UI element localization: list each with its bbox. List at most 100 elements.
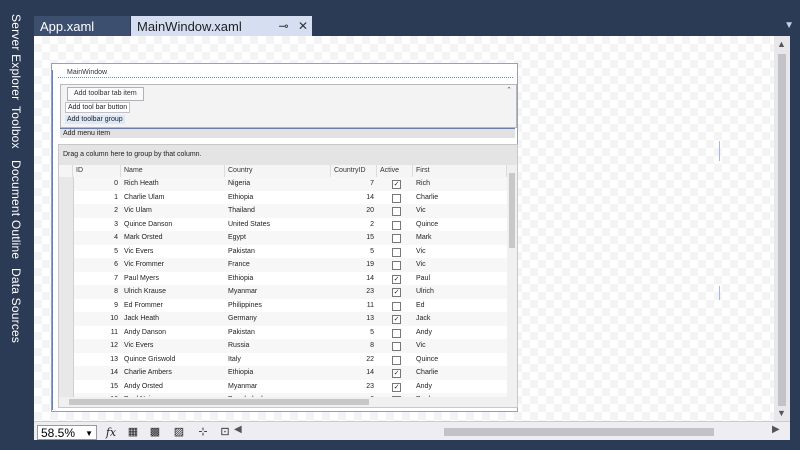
table-row[interactable]: 7 Paul Myers Ethiopia 14 Paul ✓ [59,271,507,285]
scroll-right-icon[interactable]: ▶ [772,424,780,435]
table-row[interactable]: 1 Charlie Ulam Ethiopia 14 Charlie [59,190,507,204]
scroll-thumb[interactable] [778,54,786,406]
table-row[interactable]: 8 Ulrich Krause Myanmar 23 Ulrich ✓ [59,285,507,299]
cell-country: United States [228,220,271,228]
active-checkbox[interactable] [392,301,401,311]
designer-canvas[interactable]: MainWindow Add toolbar tab item ⌃ Add to… [34,36,774,421]
designer-horizontal-scrollbar[interactable]: ◀ ▶ [234,424,780,436]
tab-overflow-dropdown-icon[interactable]: ▼ [784,20,794,31]
row-selector[interactable] [59,339,74,353]
row-selector[interactable] [59,285,74,299]
scroll-up-icon[interactable]: ▲ [777,39,786,49]
active-checkbox[interactable]: ✓ [392,180,401,189]
grid-vertical-scrollbar[interactable] [507,165,517,397]
table-row[interactable]: 15 Andy Orsted Myanmar 23 Andy ✓ [59,379,507,393]
row-selector[interactable] [59,366,74,380]
active-checkbox[interactable] [392,207,401,216]
cell-country: Pakistan [228,328,255,336]
cell-name: Andy Danson [124,328,167,336]
active-checkbox[interactable] [392,247,401,257]
chevron-down-icon: ▼ [85,429,93,438]
active-checkbox[interactable]: ✓ [392,369,401,378]
grid-horizontal-scrollbar[interactable] [59,397,507,407]
cell-first: Ed [416,301,425,309]
active-checkbox[interactable] [392,193,401,203]
column-header-id[interactable]: ID [73,165,121,177]
active-checkbox[interactable] [392,355,401,365]
active-checkbox[interactable]: ✓ [392,382,401,392]
ribbon-control[interactable]: Add toolbar tab item ⌃ Add tool bar butt… [60,84,517,128]
scroll-thumb[interactable] [444,428,714,436]
row-selector[interactable] [59,231,74,245]
row-selector[interactable] [59,190,74,204]
active-checkbox[interactable]: ✓ [392,274,401,284]
snap-grid-icon[interactable]: ▩ [146,425,164,440]
active-checkbox[interactable]: ✓ [392,288,401,297]
row-selector[interactable] [59,312,74,326]
active-checkbox[interactable] [392,328,401,338]
column-header-active[interactable]: Active [377,165,413,177]
zoom-select[interactable]: 58.5% ▼ [37,425,97,440]
cell-id: 14 [110,369,118,376]
active-checkbox[interactable] [392,342,401,351]
fx-effects-button[interactable]: fx [102,425,120,440]
data-sources-tab[interactable]: Data Sources [9,268,23,343]
row-selector[interactable] [59,217,74,231]
row-selector[interactable] [59,271,74,285]
add-tool-bar-button[interactable]: Add tool bar button [65,102,131,113]
designer-vertical-scrollbar[interactable]: ▲ ▼ [774,36,790,421]
pin-icon[interactable]: ⊸ [279,19,289,33]
table-row[interactable]: 11 Andy Danson Pakistan 5 Andy [59,325,507,339]
row-selector[interactable] [59,298,74,312]
server-explorer-tab[interactable]: Server Explorer [9,14,23,100]
table-row[interactable]: 14 Charlie Ambers Ethiopia 14 Charlie ✓ [59,366,507,380]
scroll-thumb[interactable] [69,399,369,405]
active-checkbox[interactable] [392,261,401,270]
close-icon[interactable]: ✕ [298,19,308,33]
row-selector[interactable] [59,244,74,258]
table-row[interactable]: 3 Quince Danson United States 2 Quince [59,217,507,231]
column-header-first[interactable]: First [413,165,507,177]
column-header-name[interactable]: Name [121,165,225,177]
row-selector[interactable] [59,204,74,218]
row-selector[interactable] [59,177,74,191]
tab-mainwindow-xaml[interactable]: MainWindow.xaml ⊸ ✕ [131,16,312,37]
scroll-left-icon[interactable]: ◀ [234,424,242,435]
row-selector[interactable] [59,325,74,339]
scroll-down-icon[interactable]: ▼ [777,408,786,418]
add-toolbar-group-button[interactable]: Add toolbar group [65,115,125,124]
table-row[interactable]: 5 Vic Evers Pakistan 5 Vic [59,244,507,258]
table-row[interactable]: 2 Vic Ulam Thailand 20 Vic [59,204,507,218]
ribbon-collapse-icon[interactable]: ⌃ [506,86,512,94]
checker-icon[interactable]: ▨ [170,425,188,440]
snap-lines-icon[interactable]: ⊹ [194,425,212,440]
active-checkbox[interactable] [392,220,401,230]
table-row[interactable]: 4 Mark Orsted Egypt 15 Mark [59,231,507,245]
cell-first: Paul [416,274,431,282]
row-selector[interactable] [59,379,74,393]
active-checkbox[interactable]: ✓ [392,315,401,324]
main-window-preview[interactable]: MainWindow Add toolbar tab item ⌃ Add to… [51,63,518,412]
layout-rounding-icon[interactable]: ⊡ [216,425,234,440]
tab-app-xaml[interactable]: App.xaml [34,16,130,37]
table-row[interactable]: 6 Vic Frommer France 19 Vic [59,258,507,272]
table-row[interactable]: 9 Ed Frommer Philippines 11 Ed [59,298,507,312]
cell-first: Quince [416,355,439,363]
table-row[interactable]: 0 Rich Heath Nigeria 7 Rich ✓ [59,177,507,191]
scroll-thumb[interactable] [509,173,515,248]
toolbox-tab[interactable]: Toolbox [9,106,23,149]
grid-icon[interactable]: ▦ [124,425,142,440]
row-selector[interactable] [59,352,74,366]
active-checkbox[interactable] [392,234,401,243]
data-grid[interactable]: Drag a column here to group by that colu… [58,144,518,408]
column-header-country[interactable]: Country [225,165,331,177]
document-outline-tab[interactable]: Document Outline [9,160,23,259]
group-panel[interactable]: Drag a column here to group by that colu… [59,145,517,165]
add-menu-item[interactable]: Add menu item [60,128,515,138]
column-header-countryid[interactable]: CountryID [331,165,377,177]
row-selector[interactable] [59,258,74,272]
table-row[interactable]: 13 Quince Griswold Italy 22 Quince [59,352,507,366]
table-row[interactable]: 10 Jack Heath Germany 13 Jack ✓ [59,312,507,326]
add-toolbar-tab-item[interactable]: Add toolbar tab item [67,87,144,101]
table-row[interactable]: 12 Vic Evers Russia 8 Vic [59,339,507,353]
